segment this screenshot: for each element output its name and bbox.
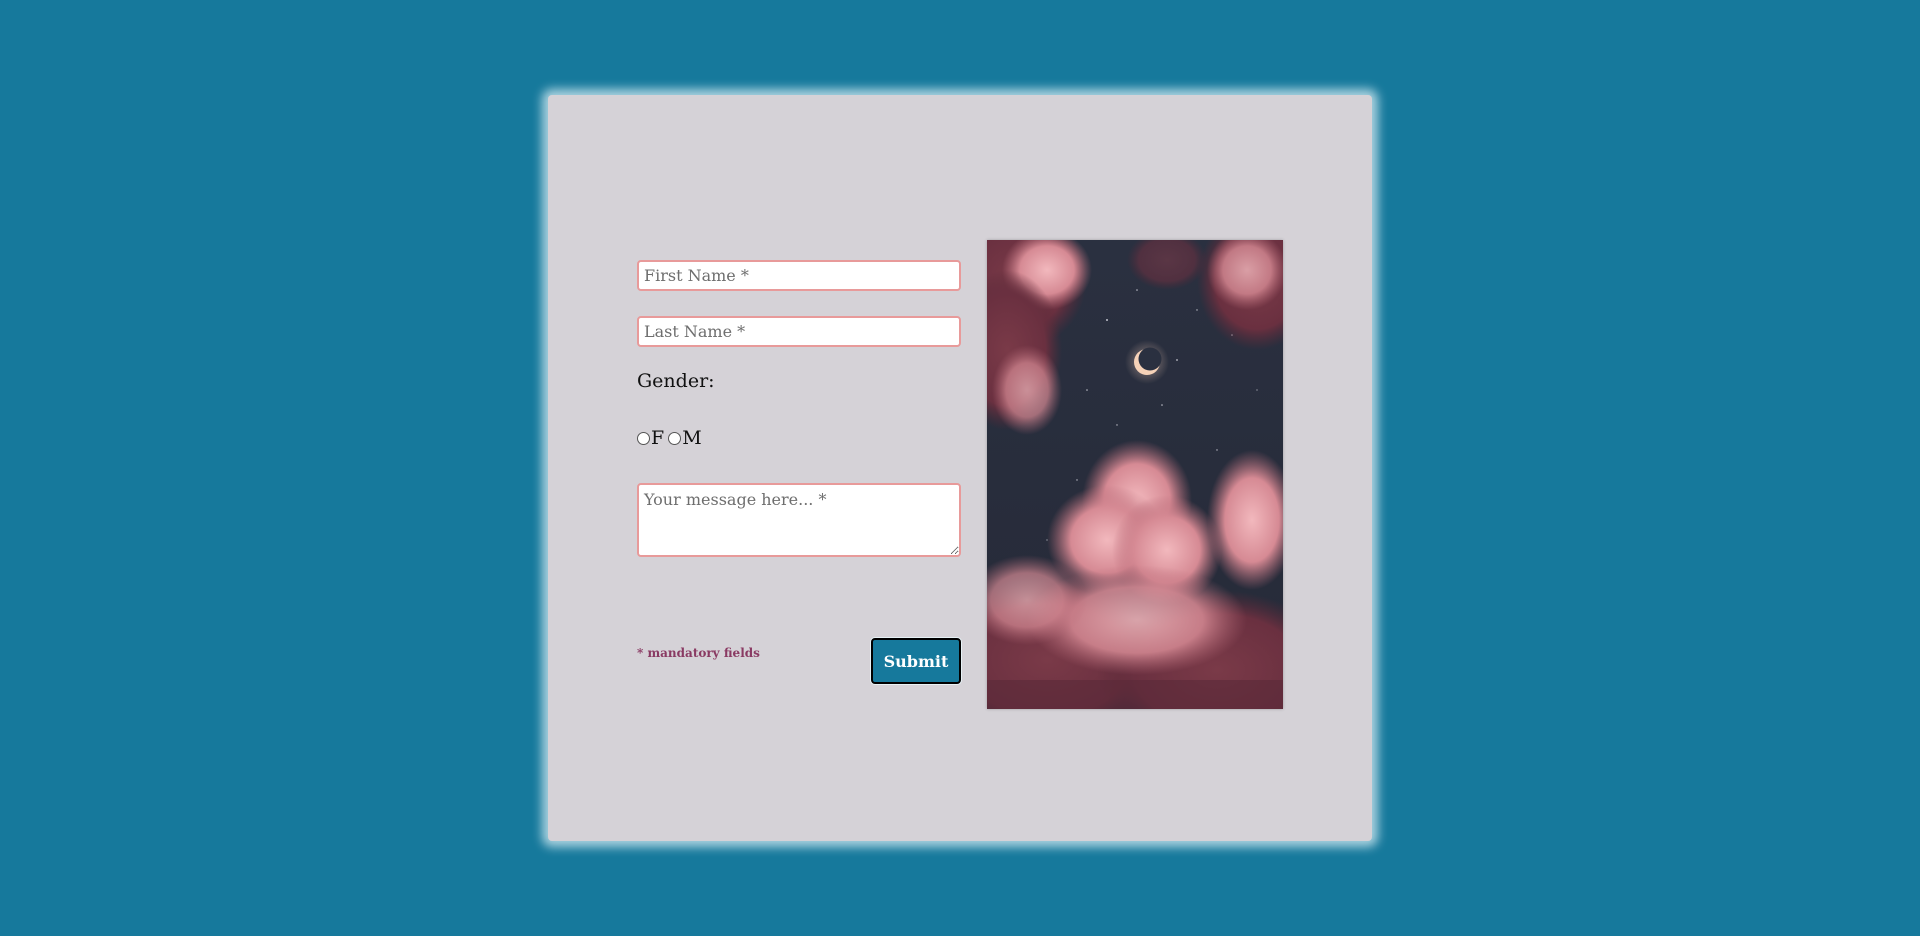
gender-radio-m[interactable] [668,431,682,445]
mandatory-fields-note: * mandatory fields [637,646,760,660]
night-sky-illustration [987,240,1283,709]
submit-button[interactable]: Submit [871,638,961,684]
gender-radio-f-label: F [651,427,665,449]
gender-radio-m-label: M [682,427,702,449]
last-name-input[interactable] [637,316,961,347]
night-sky-image [987,240,1283,709]
gender-radio-group: F M [637,427,706,449]
gender-radio-f[interactable] [637,431,650,445]
first-name-input[interactable] [637,260,961,291]
gender-label: Gender: [637,370,715,392]
contact-card: Gender: F M * mandatory fields Submit [548,95,1372,841]
message-textarea[interactable] [637,483,961,557]
